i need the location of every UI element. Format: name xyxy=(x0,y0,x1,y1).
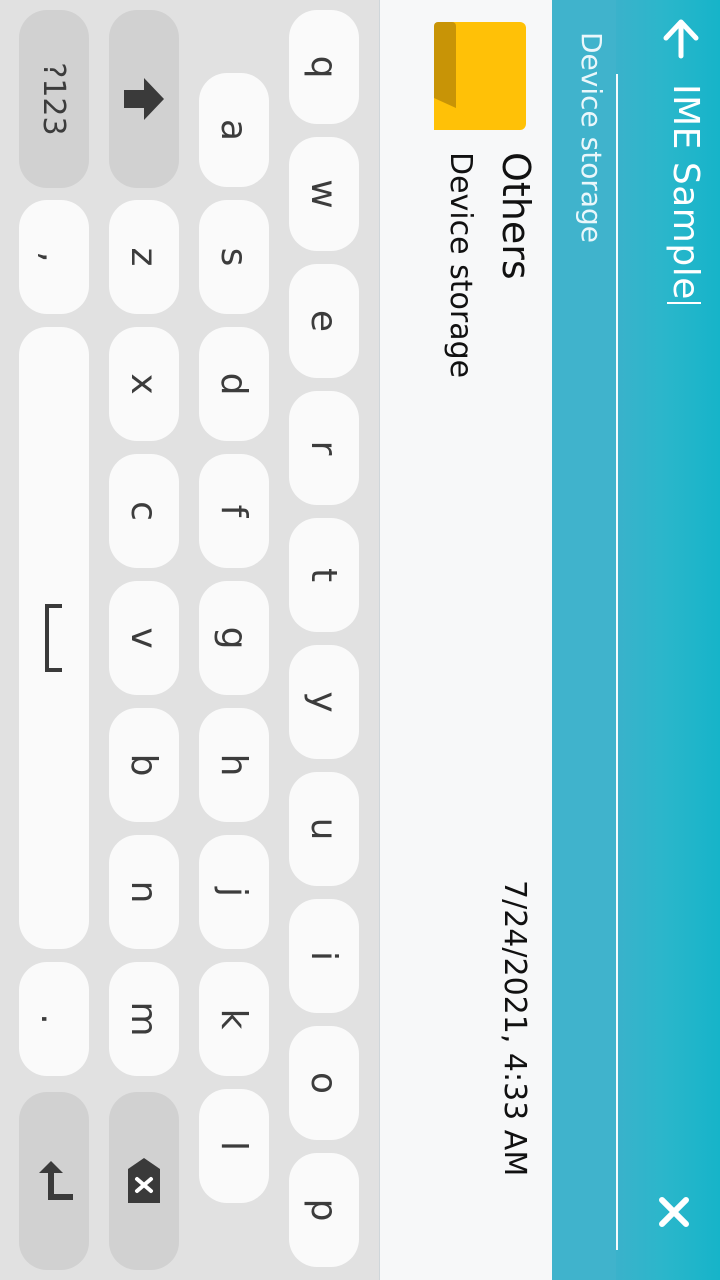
key-f[interactable]: f xyxy=(199,454,269,568)
shift-arrow-icon xyxy=(124,78,164,120)
key-w[interactable]: w xyxy=(289,137,359,251)
key-label: u xyxy=(303,817,345,841)
keyboard: q w e r t y u i o p a s d f g h j k l z … xyxy=(0,0,380,1280)
key-a[interactable]: a xyxy=(199,73,269,187)
space-key[interactable] xyxy=(19,327,89,949)
breadcrumb[interactable]: Device storage xyxy=(575,32,608,243)
key-label: g xyxy=(213,626,255,650)
folder-icon xyxy=(434,22,526,130)
key-label: f xyxy=(213,504,255,518)
key-d[interactable]: d xyxy=(199,327,269,441)
key-label: n xyxy=(123,880,165,904)
key-label: k xyxy=(213,1008,255,1030)
key-o[interactable]: o xyxy=(289,1026,359,1140)
key-p[interactable]: p xyxy=(289,1153,359,1267)
key-v[interactable]: v xyxy=(109,581,179,695)
app-window: IME Sample Device storage Others Device … xyxy=(0,0,720,1280)
key-label: , xyxy=(33,251,75,263)
key-s[interactable]: s xyxy=(199,200,269,314)
key-l[interactable]: l xyxy=(199,1089,269,1203)
key-k[interactable]: k xyxy=(199,962,269,1076)
key-label: . xyxy=(33,1013,75,1025)
key-label: d xyxy=(213,372,255,396)
search-input-value: IME Sample xyxy=(665,84,706,300)
close-icon[interactable] xyxy=(654,1192,694,1232)
symbols-key[interactable]: ?123 xyxy=(19,10,89,188)
key-label: t xyxy=(303,567,345,583)
key-i[interactable]: i xyxy=(289,899,359,1013)
key-label: v xyxy=(123,627,165,649)
key-h[interactable]: h xyxy=(199,708,269,822)
key-label: e xyxy=(303,309,345,333)
key-label: s xyxy=(213,247,255,267)
key-label: z xyxy=(123,247,165,267)
key-label: a xyxy=(213,118,255,142)
enter-key[interactable] xyxy=(19,1092,89,1270)
key-label: o xyxy=(303,1071,345,1095)
key-x[interactable]: x xyxy=(109,327,179,441)
key-g[interactable]: g xyxy=(199,581,269,695)
enter-arrow-icon xyxy=(39,1161,73,1200)
key-t[interactable]: t xyxy=(289,518,359,632)
key-label: i xyxy=(303,950,345,961)
list-item[interactable]: Others Device storage 7/24/2021, 4:33 AM xyxy=(380,0,552,1280)
key-label: w xyxy=(303,179,345,209)
breadcrumb-bar: Device storage xyxy=(552,0,616,1280)
search-input[interactable]: IME Sample xyxy=(665,84,706,304)
key-label: q xyxy=(303,55,345,79)
item-subtitle: Device storage xyxy=(443,152,478,379)
key-m[interactable]: m xyxy=(109,962,179,1076)
key-e[interactable]: e xyxy=(289,264,359,378)
file-list: Others Device storage 7/24/2021, 4:33 AM xyxy=(380,0,552,1280)
comma-key[interactable]: , xyxy=(19,200,89,314)
item-title: Others xyxy=(494,152,538,280)
key-label: h xyxy=(213,753,255,777)
key-label: y xyxy=(303,691,345,713)
key-j[interactable]: j xyxy=(199,835,269,949)
key-r[interactable]: r xyxy=(289,391,359,505)
key-z[interactable]: z xyxy=(109,200,179,314)
text-cursor xyxy=(667,301,701,304)
key-label: m xyxy=(123,1001,165,1037)
back-arrow-icon[interactable] xyxy=(660,18,702,60)
item-date: 7/24/2021, 4:33 AM xyxy=(497,880,532,1177)
key-label: r xyxy=(303,440,345,456)
key-y[interactable]: y xyxy=(289,645,359,759)
space-bar-icon xyxy=(45,604,62,672)
search-underline xyxy=(616,74,618,1250)
key-label: x xyxy=(123,373,165,395)
key-c[interactable]: c xyxy=(109,454,179,568)
search-toolbar: IME Sample xyxy=(616,0,720,1280)
key-label: ?123 xyxy=(36,62,72,136)
key-label: j xyxy=(213,886,255,897)
key-label: l xyxy=(213,1140,255,1151)
key-b[interactable]: b xyxy=(109,708,179,822)
key-label: p xyxy=(303,1198,345,1222)
backspace-icon xyxy=(128,1158,160,1203)
key-u[interactable]: u xyxy=(289,772,359,886)
key-n[interactable]: n xyxy=(109,835,179,949)
key-q[interactable]: q xyxy=(289,10,359,124)
backspace-key[interactable] xyxy=(109,1092,179,1270)
key-label: c xyxy=(123,501,165,521)
shift-key[interactable] xyxy=(109,10,179,188)
key-label: b xyxy=(123,753,165,777)
period-key[interactable]: . xyxy=(19,962,89,1076)
